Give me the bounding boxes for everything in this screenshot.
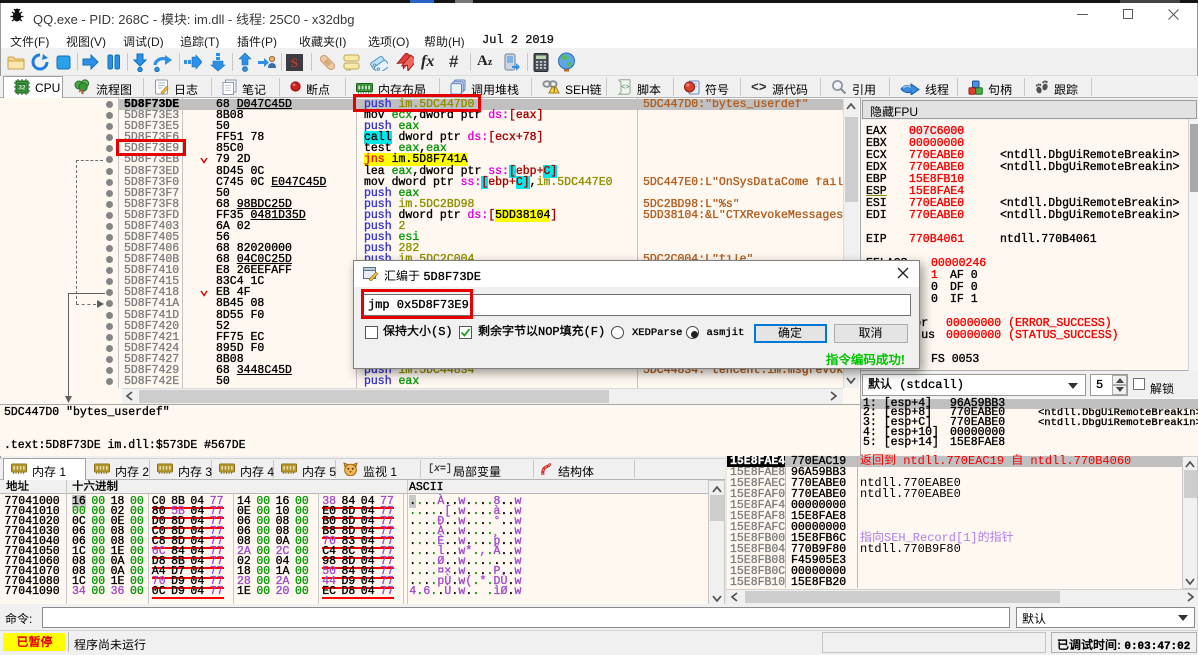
svg-text:32: 32 — [18, 85, 26, 92]
svg-text:S: S — [291, 55, 298, 70]
svg-text:<>: <> — [621, 84, 629, 92]
svg-text:!: ! — [553, 88, 555, 94]
